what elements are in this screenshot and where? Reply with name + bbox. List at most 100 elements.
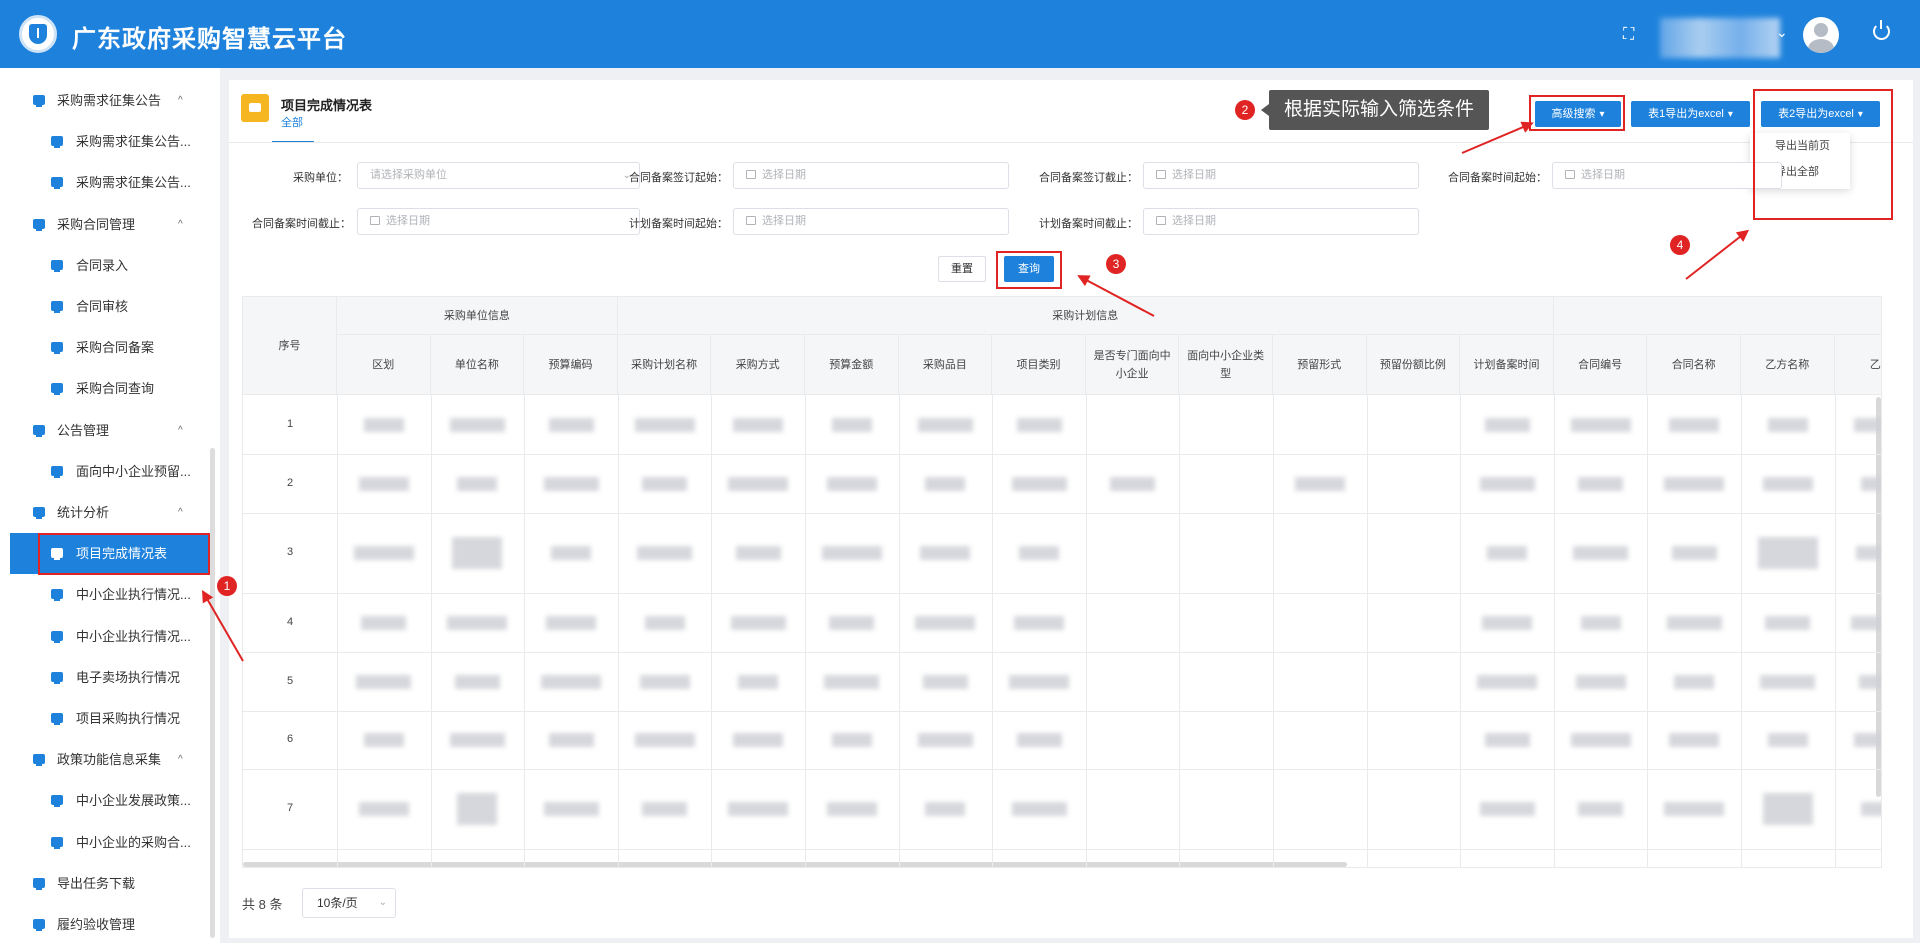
- row-divider: [243, 711, 1881, 712]
- redacted-cell: [1861, 802, 1881, 816]
- sidebar-item[interactable]: 合同录入: [0, 245, 210, 286]
- sidebar-item[interactable]: 项目采购执行情况: [0, 698, 210, 739]
- plan-start-date[interactable]: 选择日期: [733, 208, 1009, 235]
- reset-button[interactable]: 重置: [938, 256, 986, 282]
- redacted-cell: [1858, 674, 1881, 689]
- chevron-up-icon[interactable]: ^: [178, 204, 183, 245]
- redacted-cell: [1487, 546, 1527, 560]
- sidebar-item-label: 中小企业执行情况...: [76, 628, 191, 644]
- sidebar-item[interactable]: 中小企业执行情况...: [0, 574, 210, 615]
- column-header: 预算编码: [524, 335, 618, 395]
- column-header: 采购品目: [898, 335, 993, 395]
- sidebar-item[interactable]: 采购需求征集公告 ^: [0, 80, 210, 121]
- sidebar-item-label: 中小企业发展政策...: [76, 793, 191, 809]
- avatar[interactable]: [1803, 17, 1839, 53]
- sidebar-scrollbar[interactable]: [210, 448, 215, 938]
- sidebar-item[interactable]: 统计分析 ^: [0, 492, 210, 533]
- user-name[interactable]: [1660, 18, 1780, 58]
- redacted-cell: [728, 476, 789, 491]
- sidebar-item[interactable]: 中小企业执行情况...: [0, 616, 210, 657]
- sign-start-date[interactable]: 选择日期: [733, 162, 1009, 189]
- redacted-cell: [361, 615, 407, 630]
- fullscreen-icon[interactable]: ⛶: [1623, 27, 1639, 43]
- chevron-up-icon[interactable]: ^: [178, 492, 183, 533]
- row-divider: [243, 513, 1881, 514]
- export-table1-button[interactable]: 表1导出为excel ▾: [1631, 101, 1750, 127]
- record-end-date[interactable]: 选择日期: [357, 208, 640, 235]
- sidebar-item[interactable]: 采购需求征集公告...: [0, 121, 210, 162]
- sidebar-item[interactable]: 政策功能信息采集 ^: [0, 739, 210, 780]
- sidebar-item[interactable]: 采购合同查询: [0, 368, 210, 409]
- chevron-up-icon[interactable]: ^: [178, 739, 183, 780]
- app-logo: [19, 15, 57, 53]
- sign-end-date[interactable]: 选择日期: [1143, 162, 1419, 189]
- redacted-cell: [543, 476, 599, 491]
- tab-all[interactable]: 全部: [281, 114, 303, 130]
- table-horizontal-scrollbar[interactable]: [243, 862, 1347, 867]
- redacted-cell: [824, 674, 880, 689]
- chevron-down-icon: ▾: [1727, 109, 1733, 120]
- redacted-cell: [551, 546, 591, 560]
- annotation-box-3: [996, 251, 1062, 289]
- redacted-cell: [457, 476, 498, 491]
- sidebar-item[interactable]: 公告管理 ^: [0, 410, 210, 451]
- redacted-cell: [917, 417, 973, 432]
- chevron-up-icon[interactable]: ^: [178, 410, 183, 451]
- redacted-cell: [1016, 417, 1062, 432]
- redacted-cell: [925, 476, 966, 491]
- redacted-cell: [634, 417, 695, 432]
- column-header: 采购计划名称: [617, 335, 712, 395]
- sidebar-item-label: 采购合同查询: [76, 381, 155, 397]
- sign-start-label: 合同备案签订起始：: [629, 172, 728, 184]
- chevron-down-icon[interactable]: ⌄: [1776, 24, 1788, 41]
- sidebar-item-label: 中小企业的采购合...: [76, 834, 191, 850]
- record-start-date[interactable]: 选择日期: [1552, 162, 1782, 189]
- redacted-cell: [1674, 674, 1715, 689]
- sidebar-item[interactable]: 导出任务下载: [0, 863, 210, 904]
- redacted-cell: [642, 476, 688, 491]
- calendar-icon: [1156, 216, 1166, 225]
- redacted-cell: [449, 417, 505, 432]
- sidebar-item[interactable]: 中小企业的采购合...: [0, 822, 210, 863]
- redacted-cell: [829, 615, 875, 630]
- grid-line: [992, 395, 994, 867]
- column-header: 合同编号: [1553, 335, 1648, 395]
- monitor-icon: [51, 301, 63, 313]
- redacted-cell: [1479, 802, 1535, 816]
- sidebar-item-label: 采购需求征集公告...: [76, 175, 191, 191]
- chevron-up-icon[interactable]: ^: [178, 80, 183, 121]
- redacted-cell: [826, 476, 877, 491]
- row-seq: 6: [286, 733, 294, 745]
- sidebar-item-label: 面向中小企业预留...: [76, 463, 191, 479]
- sidebar-item[interactable]: 面向中小企业预留...: [0, 451, 210, 492]
- monitor-icon: [51, 342, 63, 355]
- sidebar-item[interactable]: 采购需求征集公告...: [0, 162, 210, 203]
- redacted-cell: [1762, 476, 1813, 491]
- monitor-icon: [51, 136, 63, 149]
- calendar-icon: [746, 216, 756, 225]
- annotation-box-1: [38, 533, 210, 575]
- redacted-cell: [358, 476, 409, 491]
- sidebar-item[interactable]: 采购合同备案: [0, 327, 210, 368]
- power-icon[interactable]: [1873, 20, 1890, 40]
- column-header: 采购方式: [711, 335, 805, 395]
- sidebar-item[interactable]: 采购合同管理 ^: [0, 204, 210, 245]
- grid-line: [711, 395, 713, 867]
- sidebar-item[interactable]: 中小企业发展政策...: [0, 780, 210, 821]
- redacted-cell: [1477, 674, 1537, 689]
- redacted-cell: [363, 733, 404, 747]
- sidebar-item[interactable]: 履约验收管理: [0, 904, 210, 943]
- monitor-icon: [33, 877, 45, 890]
- purchase-unit-select[interactable]: 请选择采购单位 ⌄: [357, 162, 640, 189]
- monitor-icon: [51, 630, 63, 643]
- plan-end-date[interactable]: 选择日期: [1143, 208, 1419, 235]
- sidebar-item[interactable]: 电子卖场执行情况: [0, 657, 210, 698]
- sidebar-item-label: 统计分析: [57, 505, 110, 520]
- monitor-icon: [51, 836, 63, 849]
- redacted-cell: [452, 537, 503, 569]
- grid-line: [1460, 395, 1462, 867]
- page-size-select[interactable]: 10条/页 ⌄: [302, 888, 396, 918]
- redacted-cell: [925, 802, 966, 816]
- monitor-icon: [33, 424, 45, 437]
- sidebar-item[interactable]: 合同审核: [0, 286, 210, 327]
